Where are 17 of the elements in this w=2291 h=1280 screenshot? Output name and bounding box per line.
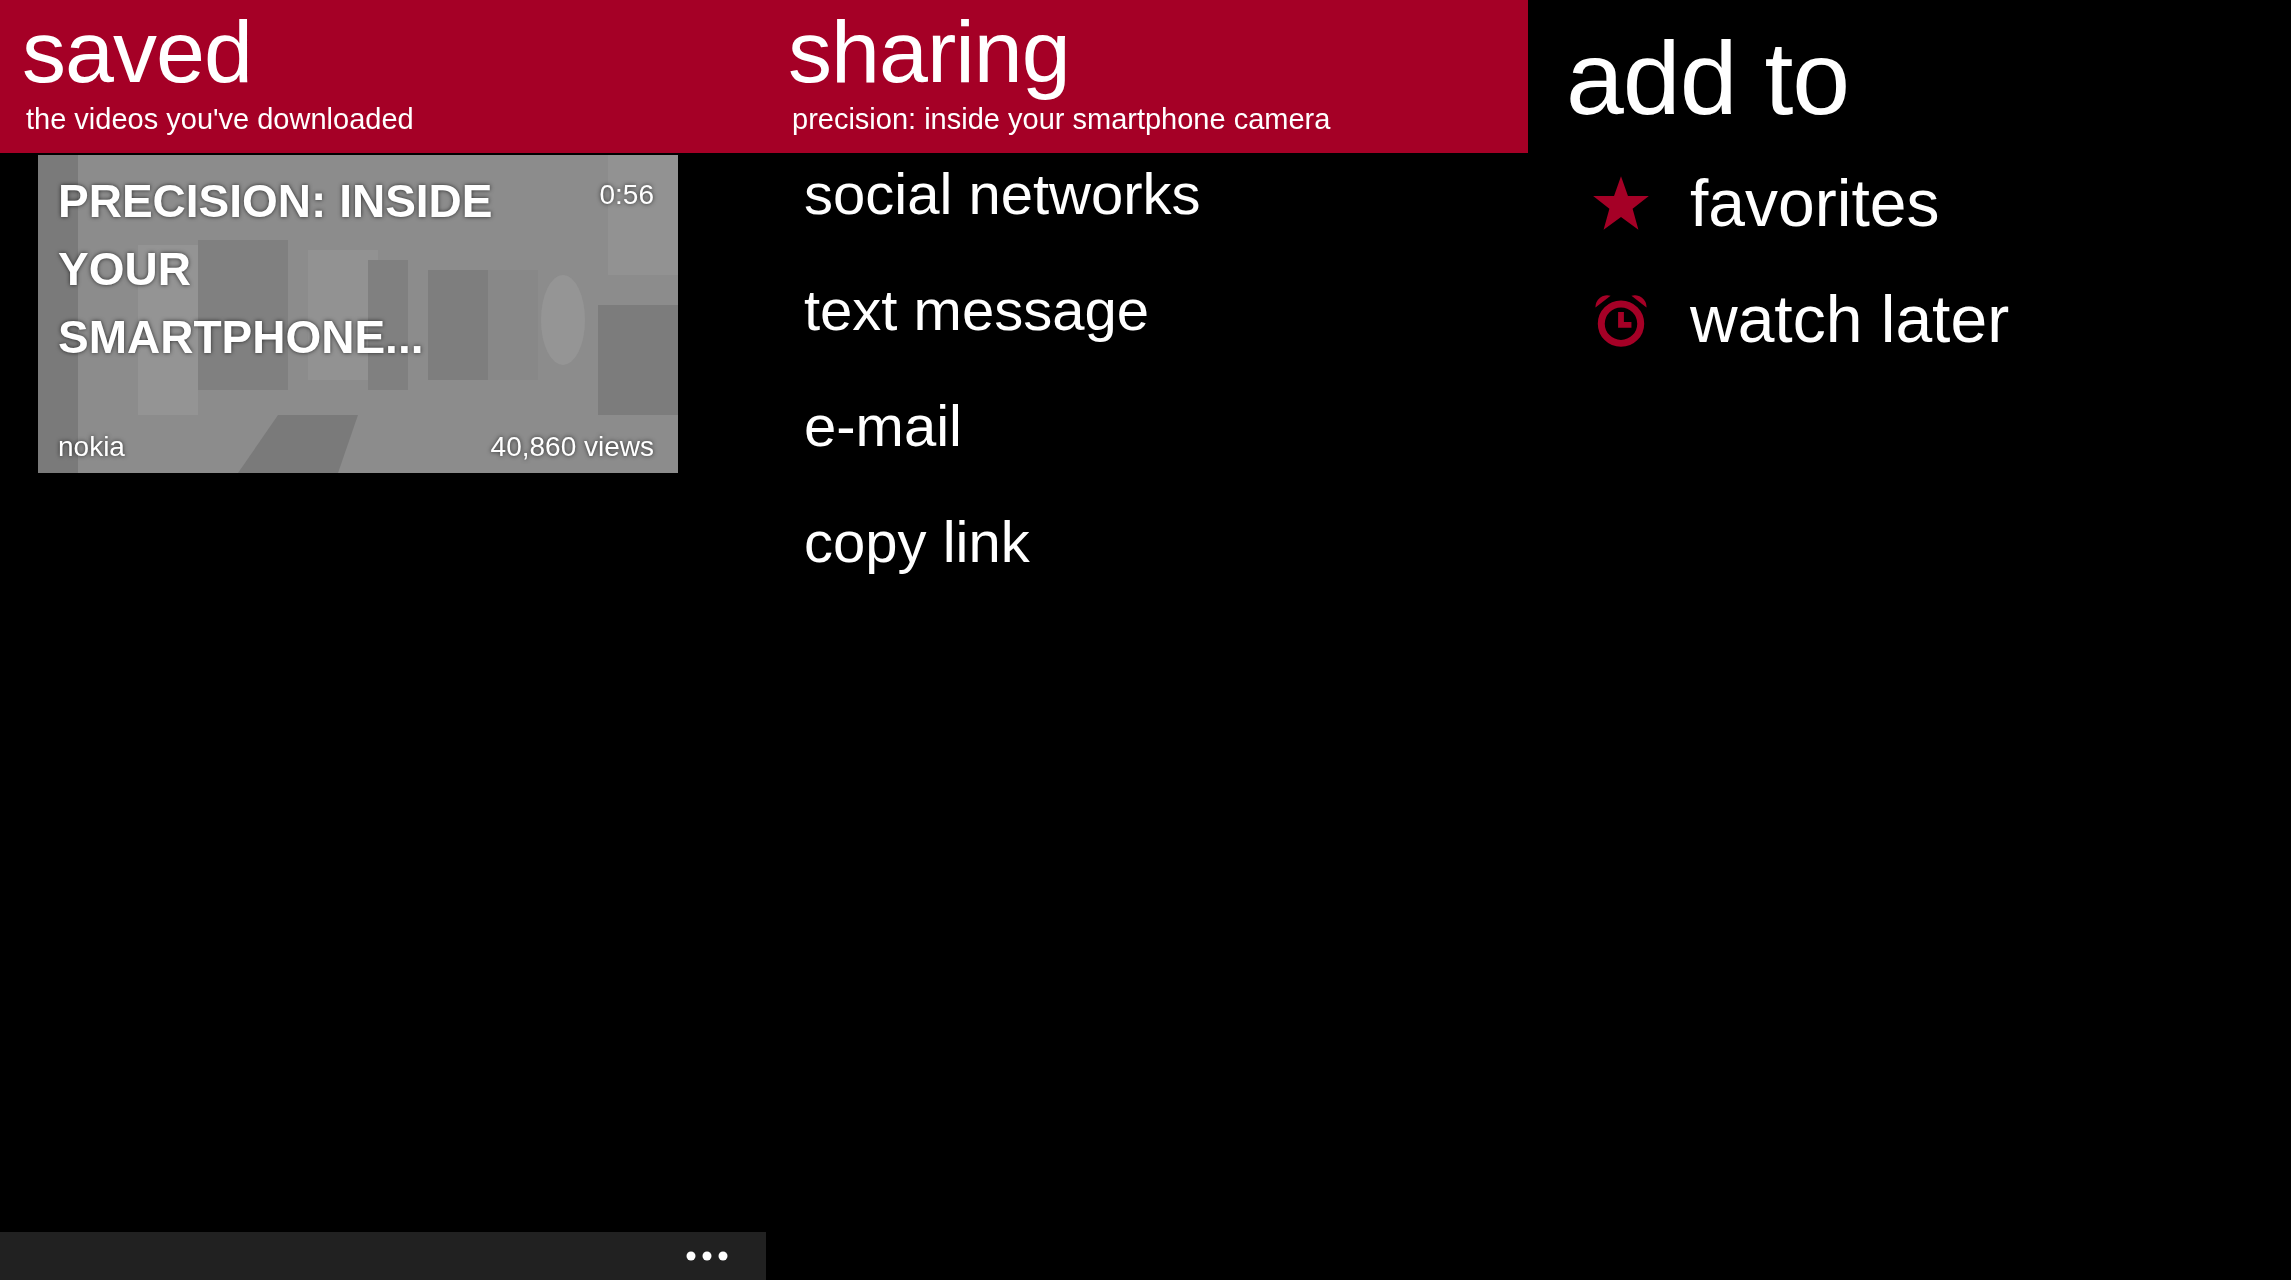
star-icon	[1592, 175, 1650, 231]
menu-item[interactable]: watch later	[1592, 286, 2010, 352]
menu-item[interactable]: social networks	[804, 161, 1201, 227]
menu-item[interactable]: e-mail	[804, 393, 962, 459]
menu-item[interactable]: favorites	[1592, 170, 1940, 236]
menu-item[interactable]: copy link	[804, 509, 1030, 575]
menu-item[interactable]: text message	[804, 277, 1149, 343]
channel-name: nokia	[58, 431, 125, 463]
view-count: 40,860 views	[490, 431, 654, 463]
more-icon	[686, 1251, 728, 1261]
page-title: sharing	[788, 2, 1071, 102]
page-subtitle: precision: inside your smartphone camera	[791, 102, 1332, 136]
page-title: saved	[22, 2, 253, 102]
video-duration: 0:56	[599, 179, 654, 211]
page-title: add to	[1566, 19, 1851, 138]
video-title: PRECISION: INSIDE YOUR SMARTPHONE...	[58, 174, 494, 365]
page-subtitle: the videos you've downloaded	[25, 102, 415, 136]
